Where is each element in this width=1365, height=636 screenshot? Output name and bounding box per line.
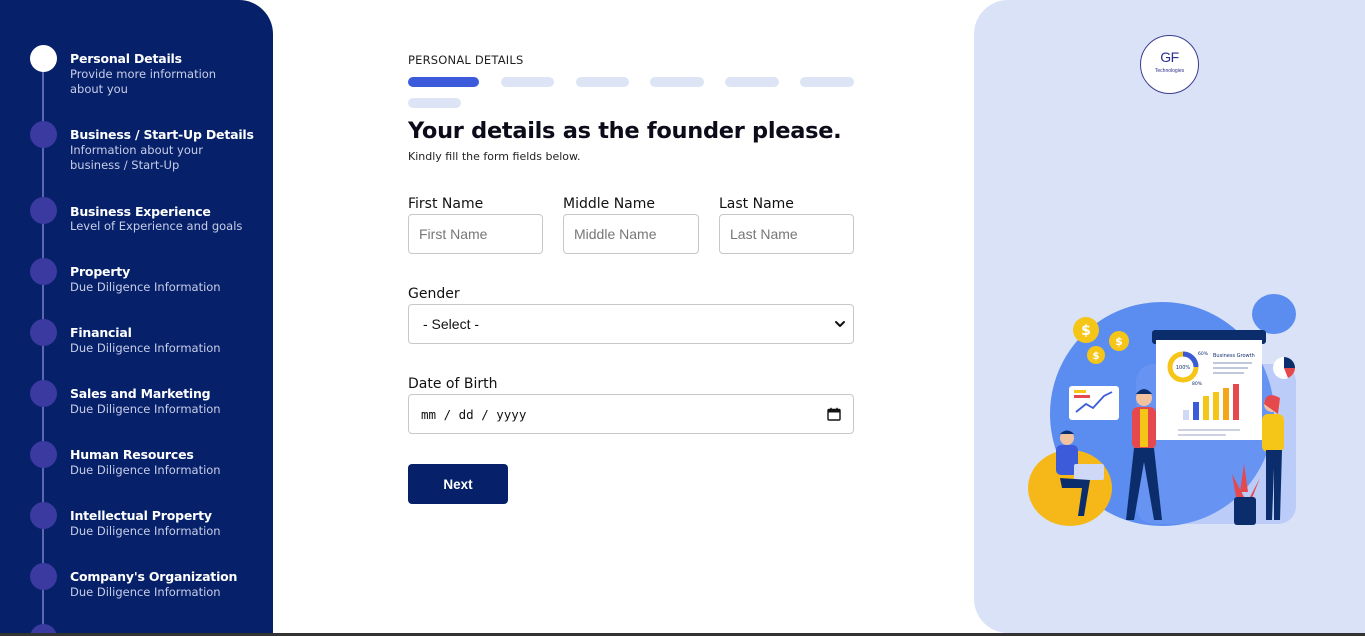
first-name-label: First Name — [408, 196, 484, 212]
gender-select-value: - Select - — [423, 316, 480, 332]
svg-text:$: $ — [1081, 323, 1091, 339]
page-subtitle: Kindly fill the form fields below. — [408, 150, 581, 163]
next-button[interactable]: Next — [408, 464, 508, 504]
step-description: Due Diligence Information — [70, 524, 221, 538]
bar-icon — [1223, 388, 1229, 420]
progress-segment — [725, 77, 779, 87]
step-title: Business / Start-Up Details — [70, 127, 254, 142]
date-placeholder: mm / dd / yyyy — [421, 407, 527, 422]
step-description: Information about your business / Start-… — [70, 143, 203, 172]
business-growth-illustration: $ $ $ 100% 60% 80% Business Growth — [1028, 294, 1296, 526]
step-title: Business Experience — [70, 204, 211, 219]
middle-name-input[interactable] — [563, 214, 699, 254]
step-description: Due Diligence Information — [70, 585, 221, 599]
plant-pot-icon — [1234, 497, 1256, 525]
step-description: Due Diligence Information — [70, 402, 221, 416]
calendar-icon[interactable] — [827, 407, 841, 421]
step-indicator — [30, 563, 57, 590]
progress-segment — [501, 77, 554, 87]
svg-text:$: $ — [1115, 335, 1123, 348]
step-title: Human Resources — [70, 447, 194, 462]
logo-text: GF — [1160, 49, 1179, 65]
logo-subtext: Technologies — [1154, 68, 1185, 74]
date-of-birth-label: Date of Birth — [408, 376, 498, 392]
progress-segment — [650, 77, 704, 87]
last-name-input[interactable] — [719, 214, 854, 254]
progress-segment — [408, 98, 461, 108]
svg-text:$: $ — [1093, 351, 1100, 362]
progress-segment — [576, 77, 629, 87]
step-title: Sales and Marketing — [70, 386, 211, 401]
donut-bottom-label: 80% — [1192, 381, 1203, 387]
chevron-down-icon — [835, 321, 845, 327]
bar-icon — [1193, 402, 1199, 420]
date-of-birth-input[interactable]: mm / dd / yyyy — [408, 394, 854, 434]
steps-sidebar: Personal Details Provide more informatio… — [0, 0, 273, 633]
step-title: Intellectual Property — [70, 508, 212, 523]
step-description: Provide more information about you — [70, 67, 217, 96]
step-title: Property — [70, 264, 131, 279]
bar-icon — [1233, 384, 1239, 420]
middle-name-label: Middle Name — [563, 196, 655, 212]
step-indicator — [30, 197, 57, 224]
progress-segment — [800, 77, 854, 87]
section-eyebrow: PERSONAL DETAILS — [408, 53, 524, 67]
laptop-icon — [1074, 464, 1104, 480]
illustration-blob-small — [1252, 294, 1296, 334]
step-description: Due Diligence Information — [70, 280, 221, 294]
step-indicator — [30, 380, 57, 407]
donut-value: 100% — [1176, 365, 1191, 371]
last-name-label: Last Name — [719, 196, 794, 212]
bar-icon — [1203, 396, 1209, 420]
page-title: Your details as the founder please. — [408, 118, 842, 144]
step-description: Level of Experience and goals — [70, 219, 243, 233]
gender-label: Gender — [408, 286, 460, 302]
step-indicator — [30, 441, 57, 468]
first-name-input[interactable] — [408, 214, 543, 254]
gender-select[interactable]: - Select - — [408, 304, 854, 344]
step-title: Company's Organization — [70, 569, 238, 584]
step-description: Due Diligence Information — [70, 341, 221, 355]
step-indicator — [30, 319, 57, 346]
step-title: Personal Details — [70, 51, 182, 66]
step-indicator — [30, 624, 57, 633]
step-indicator — [30, 258, 57, 285]
bar-icon — [1213, 392, 1219, 420]
bar-icon — [1183, 410, 1189, 420]
step-indicator — [30, 502, 57, 529]
step-description: Due Diligence Information — [70, 463, 221, 477]
step-indicator — [30, 121, 57, 148]
step-indicator-active — [30, 45, 57, 72]
donut-top-label: 60% — [1198, 351, 1209, 357]
company-logo: GF Technologies — [1140, 35, 1199, 94]
progress-segment-active — [408, 77, 479, 87]
board-chart-title: Business Growth — [1213, 353, 1255, 359]
step-title: Financial — [70, 325, 132, 340]
